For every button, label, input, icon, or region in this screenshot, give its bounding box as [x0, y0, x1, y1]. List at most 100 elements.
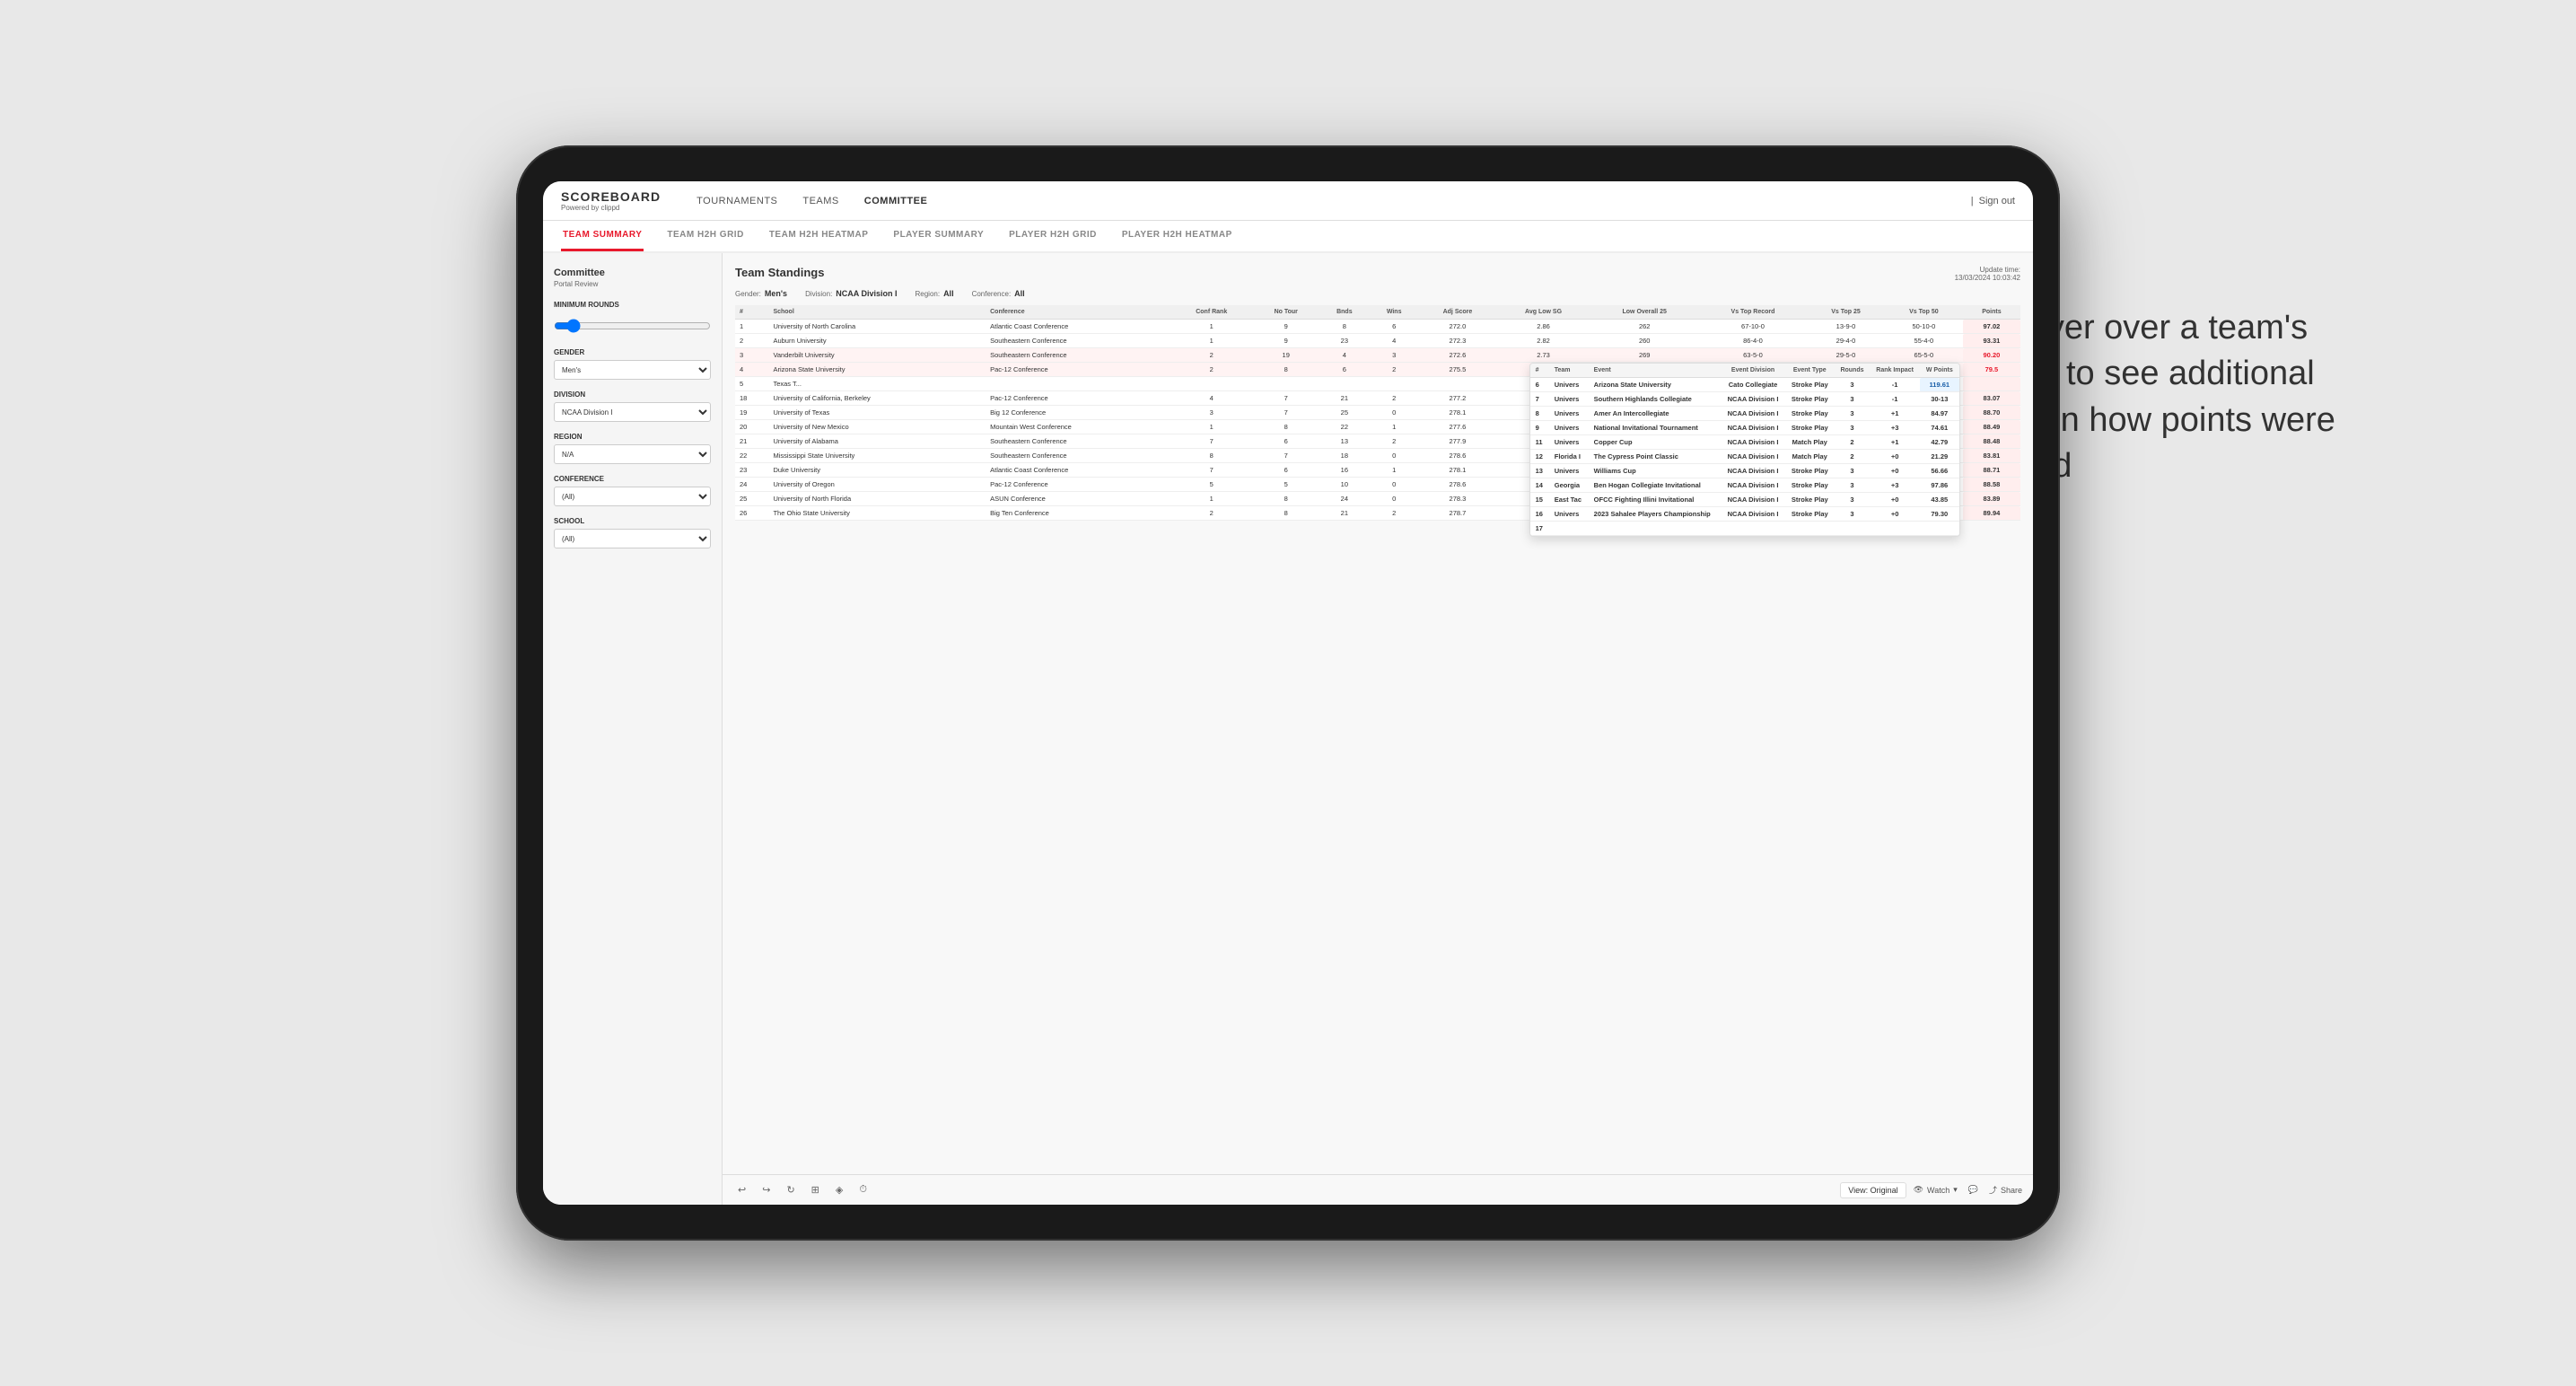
- subnav-player-h2h-grid[interactable]: PLAYER H2H GRID: [1007, 221, 1099, 251]
- share-label: Share: [2001, 1186, 2022, 1195]
- refresh-button[interactable]: ↻: [782, 1181, 799, 1198]
- table-row-arizona-state: 4 Arizona State University Pac-12 Confer…: [735, 363, 2020, 377]
- filter-conference-label: Conference:: [972, 290, 1012, 298]
- filter-region: Region: All: [915, 289, 953, 298]
- col-rank: #: [735, 305, 768, 320]
- nav-committee[interactable]: COMMITTEE: [864, 194, 928, 208]
- gender-label: Gender: [554, 348, 711, 356]
- division-label: Division: [554, 390, 711, 399]
- popup-row: 15 East Tac OFCC Fighting Illini Invitat…: [1530, 493, 1959, 507]
- share-icon: ⤴: [1989, 1184, 1997, 1196]
- col-points: Points: [1963, 305, 2020, 320]
- clock-button[interactable]: ⏱: [854, 1181, 872, 1198]
- filter-bar: Gender: Men's Division: NCAA Division I …: [735, 289, 2020, 298]
- settings-button[interactable]: ◈: [831, 1181, 847, 1198]
- popup-row: 7 Univers Southern Highlands Collegiate …: [1530, 392, 1959, 407]
- main-content: Committee Portal Review Minimum Rounds G…: [543, 253, 2033, 1205]
- filter-conference-value: All: [1014, 289, 1025, 298]
- popup-row: 17: [1530, 522, 1959, 536]
- subnav-player-h2h-heatmap[interactable]: PLAYER H2H HEATMAP: [1120, 221, 1234, 251]
- min-rounds-slider[interactable]: [554, 316, 711, 336]
- comment-icon: 💬: [1968, 1185, 1978, 1195]
- sidebar-subtitle: Portal Review: [554, 280, 711, 288]
- logo-subtitle: Powered by clippd: [561, 204, 661, 212]
- standings-table: # School Conference Conf Rank No Tour Bn…: [735, 305, 2020, 521]
- sign-out-area: | Sign out: [1971, 196, 2015, 206]
- view-original-label: View: Original: [1848, 1186, 1897, 1195]
- update-datetime: 13/03/2024 10:03:42: [1955, 274, 2020, 282]
- filter-conference: Conference: All: [972, 289, 1025, 298]
- school-label: School: [554, 517, 711, 525]
- view-original-button[interactable]: View: Original: [1840, 1182, 1906, 1198]
- subnav-team-h2h-grid[interactable]: TEAM H2H GRID: [665, 221, 745, 251]
- filter-gender-label: Gender:: [735, 290, 761, 298]
- col-adj-score: Adj Score: [1418, 305, 1496, 320]
- popup-row: 6 Univers Arizona State University Cato …: [1530, 378, 1959, 392]
- min-rounds-label: Minimum Rounds: [554, 301, 711, 309]
- col-conf-rank: Conf Rank: [1170, 305, 1253, 320]
- popup-row: 8 Univers Amer An Intercollegiate NCAA D…: [1530, 407, 1959, 421]
- filter-gender: Gender: Men's: [735, 289, 787, 298]
- school-select[interactable]: (All): [554, 529, 711, 548]
- toolbar-right: 👁 Watch ▾ 💬 ⤴ Share: [1914, 1184, 2022, 1196]
- popup-row: 13 Univers Williams Cup NCAA Division I …: [1530, 464, 1959, 478]
- filter-division-label: Division:: [805, 290, 832, 298]
- watch-dropdown-icon: ▾: [1953, 1185, 1958, 1195]
- filter-gender-value: Men's: [765, 289, 787, 298]
- col-vs-top-25: Vs Top 25: [1807, 305, 1885, 320]
- logo-title: SCOREBOARD: [561, 189, 661, 204]
- standings-title: Team Standings: [735, 266, 824, 279]
- col-no-tour: No Tour: [1253, 305, 1319, 320]
- redo-button[interactable]: ↪: [758, 1181, 775, 1198]
- update-time-label: Update time:: [1980, 266, 2020, 274]
- sidebar-title: Committee: [554, 268, 711, 278]
- toolbar: ↩ ↪ ↻ ⊞ ◈ ⏱ View: Original 👁: [723, 1174, 2033, 1205]
- popup-row: 11 Univers Copper Cup NCAA Division I Ma…: [1530, 435, 1959, 450]
- filter-region-value: All: [943, 289, 954, 298]
- sidebar: Committee Portal Review Minimum Rounds G…: [543, 253, 723, 1205]
- sidebar-division: Division NCAA Division I: [554, 390, 711, 422]
- content-area: Team Standings Update time: 13/03/2024 1…: [723, 253, 2033, 1174]
- undo-button[interactable]: ↩: [733, 1181, 750, 1198]
- col-vs-top-50: Vs Top 50: [1885, 305, 1963, 320]
- col-conference: Conference: [986, 305, 1170, 320]
- popup-header-row: # Team Event Event Division Event Type R…: [1530, 364, 1959, 378]
- sub-nav: TEAM SUMMARY TEAM H2H GRID TEAM H2H HEAT…: [543, 221, 2033, 253]
- conference-select[interactable]: (All): [554, 487, 711, 506]
- subnav-team-summary[interactable]: TEAM SUMMARY: [561, 221, 644, 251]
- table-row: 3 Vanderbilt University Southeastern Con…: [735, 348, 2020, 363]
- region-label: Region: [554, 433, 711, 441]
- col-school: School: [768, 305, 986, 320]
- comment-button[interactable]: 💬: [1968, 1185, 1978, 1195]
- popup-row: 14 Georgia Ben Hogan Collegiate Invitati…: [1530, 478, 1959, 493]
- division-select[interactable]: NCAA Division I: [554, 402, 711, 422]
- col-wins: Wins: [1370, 305, 1418, 320]
- table-row: 1 University of North Carolina Atlantic …: [735, 320, 2020, 334]
- popup-table: # Team Event Event Division Event Type R…: [1530, 364, 1959, 536]
- col-avg-low: Avg Low SG: [1497, 305, 1590, 320]
- logo-area: SCOREBOARD Powered by clippd: [561, 189, 661, 212]
- watch-label: Watch: [1927, 1186, 1950, 1195]
- col-bnds: Bnds: [1319, 305, 1370, 320]
- update-time: Update time: 13/03/2024 10:03:42: [1955, 266, 2020, 282]
- share-button[interactable]: ⤴ Share: [1989, 1184, 2022, 1196]
- tablet-screen: SCOREBOARD Powered by clippd TOURNAMENTS…: [543, 181, 2033, 1205]
- region-select[interactable]: N/A: [554, 444, 711, 464]
- subnav-player-summary[interactable]: PLAYER SUMMARY: [891, 221, 986, 251]
- top-nav: SCOREBOARD Powered by clippd TOURNAMENTS…: [543, 181, 2033, 221]
- watch-button[interactable]: 👁 Watch ▾: [1914, 1185, 1958, 1195]
- sign-out-link[interactable]: Sign out: [1979, 196, 2015, 206]
- popup-row: 12 Florida I The Cypress Point Classic N…: [1530, 450, 1959, 464]
- sidebar-min-rounds: Minimum Rounds: [554, 301, 711, 338]
- gender-select[interactable]: Men's Women's: [554, 360, 711, 380]
- points-hover-popup: # Team Event Event Division Event Type R…: [1529, 363, 1960, 537]
- copy-button[interactable]: ⊞: [807, 1181, 824, 1198]
- nav-teams[interactable]: TEAMS: [802, 194, 838, 208]
- divider: |: [1971, 196, 1974, 206]
- table-header-row: # School Conference Conf Rank No Tour Bn…: [735, 305, 2020, 320]
- tablet-frame: SCOREBOARD Powered by clippd TOURNAMENTS…: [516, 145, 2060, 1241]
- nav-tournaments[interactable]: TOURNAMENTS: [697, 194, 777, 208]
- popup-row: 9 Univers National Invitational Tourname…: [1530, 421, 1959, 435]
- subnav-team-h2h-heatmap[interactable]: TEAM H2H HEATMAP: [767, 221, 871, 251]
- sidebar-school: School (All): [554, 517, 711, 548]
